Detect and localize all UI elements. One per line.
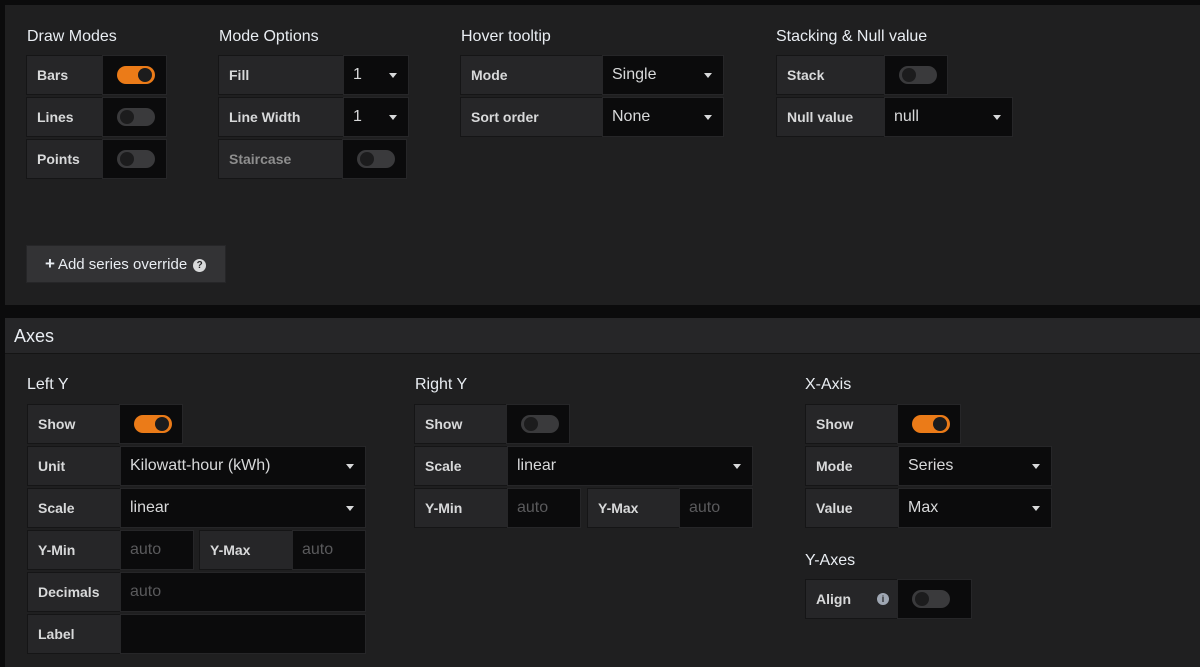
left-y-unit-value: Kilowatt-hour (kWh) bbox=[130, 457, 271, 474]
left-y-decimals-input[interactable]: auto bbox=[120, 572, 366, 612]
x-axis-mode-value: Series bbox=[908, 457, 954, 474]
left-y-max-label: Y-Max bbox=[199, 530, 292, 570]
stacking-title: Stacking & Null value bbox=[776, 28, 928, 45]
chevron-down-icon bbox=[733, 464, 741, 469]
x-axis-value-label: Value bbox=[805, 488, 898, 528]
bars-toggle[interactable] bbox=[117, 66, 155, 84]
null-value-label: Null value bbox=[776, 97, 884, 137]
y-axes-title: Y-Axes bbox=[805, 552, 856, 569]
hover-tooltip-title: Hover tooltip bbox=[461, 28, 551, 45]
x-axis-mode-select[interactable]: Series bbox=[898, 446, 1052, 486]
y-axes-align-text: Align bbox=[816, 591, 851, 607]
staircase-toggle[interactable] bbox=[357, 150, 395, 168]
mode-options-title: Mode Options bbox=[219, 28, 319, 45]
left-y-min-label: Y-Min bbox=[27, 530, 120, 570]
points-toggle[interactable] bbox=[117, 150, 155, 168]
right-y-scale-label: Scale bbox=[414, 446, 507, 486]
staircase-switch-box[interactable] bbox=[342, 139, 407, 179]
null-value-value: null bbox=[894, 108, 919, 125]
right-y-min-label: Y-Min bbox=[414, 488, 507, 528]
x-axis-show-switch-box[interactable] bbox=[897, 404, 961, 444]
bars-label: Bars bbox=[26, 55, 102, 95]
tooltip-mode-select[interactable]: Single bbox=[602, 55, 724, 95]
stack-toggle[interactable] bbox=[899, 66, 937, 84]
info-circle-icon[interactable]: i bbox=[877, 593, 889, 605]
right-y-show-label: Show bbox=[414, 404, 506, 444]
right-y-show-switch-box[interactable] bbox=[506, 404, 570, 444]
staircase-label: Staircase bbox=[218, 139, 342, 179]
question-circle-icon: ? bbox=[193, 259, 207, 272]
left-y-show-switch-box[interactable] bbox=[119, 404, 183, 444]
left-y-show-label: Show bbox=[27, 404, 119, 444]
right-y-title: Right Y bbox=[415, 376, 468, 393]
left-y-scale-select[interactable]: linear bbox=[120, 488, 366, 528]
add-series-override-button[interactable]: + Add series override? bbox=[26, 245, 226, 283]
left-y-decimals-label: Decimals bbox=[27, 572, 120, 612]
x-axis-show-label: Show bbox=[805, 404, 897, 444]
lines-label: Lines bbox=[26, 97, 102, 137]
x-axis-mode-label: Mode bbox=[805, 446, 898, 486]
right-y-max-label: Y-Max bbox=[587, 488, 679, 528]
plus-icon: + bbox=[45, 254, 55, 273]
x-axis-show-toggle[interactable] bbox=[912, 415, 950, 433]
chevron-down-icon bbox=[346, 506, 354, 511]
chevron-down-icon bbox=[389, 73, 397, 78]
bars-switch-box[interactable] bbox=[102, 55, 167, 95]
line-width-select[interactable]: 1 bbox=[343, 97, 409, 137]
chevron-down-icon bbox=[346, 464, 354, 469]
chevron-down-icon bbox=[1032, 464, 1040, 469]
tooltip-mode-value: Single bbox=[612, 66, 657, 83]
left-y-scale-label: Scale bbox=[27, 488, 120, 528]
x-axis-value-value: Max bbox=[908, 499, 939, 516]
fill-value: 1 bbox=[353, 66, 362, 83]
chevron-down-icon bbox=[389, 115, 397, 120]
y-axes-align-toggle[interactable] bbox=[912, 590, 950, 608]
chevron-down-icon bbox=[704, 115, 712, 120]
lines-toggle[interactable] bbox=[117, 108, 155, 126]
points-label: Points bbox=[26, 139, 102, 179]
draw-modes-title: Draw Modes bbox=[27, 28, 117, 45]
left-y-max-input[interactable]: auto bbox=[292, 530, 366, 570]
sort-order-value: None bbox=[612, 108, 651, 125]
right-y-show-toggle[interactable] bbox=[521, 415, 559, 433]
sort-order-label: Sort order bbox=[460, 97, 602, 137]
x-axis-title: X-Axis bbox=[805, 376, 852, 393]
stack-switch-box[interactable] bbox=[884, 55, 948, 95]
left-y-unit-label: Unit bbox=[27, 446, 120, 486]
x-axis-value-select[interactable]: Max bbox=[898, 488, 1052, 528]
stack-label: Stack bbox=[776, 55, 884, 95]
points-switch-box[interactable] bbox=[102, 139, 167, 179]
chevron-down-icon bbox=[704, 73, 712, 78]
axes-title: Axes bbox=[14, 326, 55, 346]
left-y-scale-value: linear bbox=[130, 499, 170, 516]
y-axes-align-label: Align i bbox=[805, 579, 897, 619]
null-value-select[interactable]: null bbox=[884, 97, 1013, 137]
display-panel: Draw Modes Bars Lines Points Mode Option… bbox=[5, 5, 1200, 305]
fill-label: Fill bbox=[218, 55, 343, 95]
y-axes-align-switch-box[interactable] bbox=[897, 579, 972, 619]
line-width-value: 1 bbox=[353, 108, 362, 125]
lines-switch-box[interactable] bbox=[102, 97, 167, 137]
left-y-label-input[interactable] bbox=[120, 614, 366, 654]
right-y-scale-value: linear bbox=[517, 457, 557, 474]
right-y-max-input[interactable]: auto bbox=[679, 488, 753, 528]
left-y-unit-select[interactable]: Kilowatt-hour (kWh) bbox=[120, 446, 366, 486]
right-y-scale-select[interactable]: linear bbox=[507, 446, 753, 486]
add-series-override-label: Add series override bbox=[57, 256, 188, 273]
chevron-down-icon bbox=[993, 115, 1001, 120]
right-y-min-input[interactable]: auto bbox=[507, 488, 581, 528]
chevron-down-icon bbox=[1032, 506, 1040, 511]
left-y-title: Left Y bbox=[27, 376, 69, 393]
tooltip-mode-label: Mode bbox=[460, 55, 602, 95]
line-width-label: Line Width bbox=[218, 97, 343, 137]
axes-header: Axes bbox=[5, 318, 1200, 354]
left-y-label-label: Label bbox=[27, 614, 120, 654]
axes-panel: Axes Left Y Show Unit Kilowatt-hour (kWh… bbox=[5, 318, 1200, 667]
fill-select[interactable]: 1 bbox=[343, 55, 409, 95]
sort-order-select[interactable]: None bbox=[602, 97, 724, 137]
left-y-min-input[interactable]: auto bbox=[120, 530, 194, 570]
left-y-show-toggle[interactable] bbox=[134, 415, 172, 433]
